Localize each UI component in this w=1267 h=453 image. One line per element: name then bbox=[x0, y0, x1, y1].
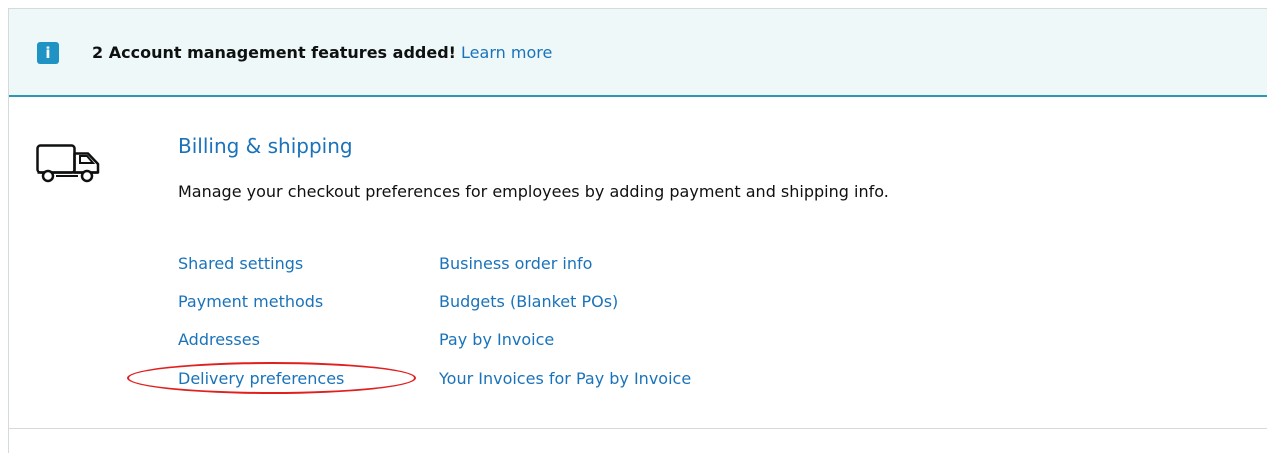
billing-shipping-description: Manage your checkout preferences for emp… bbox=[178, 182, 889, 201]
pay-by-invoice-link[interactable]: Pay by Invoice bbox=[439, 330, 554, 350]
shared-settings-link[interactable]: Shared settings bbox=[178, 254, 303, 274]
banner-count: 2 bbox=[92, 43, 104, 62]
addresses-link[interactable]: Addresses bbox=[178, 330, 260, 350]
section-divider bbox=[9, 428, 1267, 429]
info-icon: i bbox=[37, 42, 59, 64]
truck-icon bbox=[36, 144, 100, 183]
info-banner: i 2 Account management features added! L… bbox=[9, 9, 1267, 97]
banner-headline: Account management features added! bbox=[108, 43, 456, 62]
banner-message: 2 Account management features added! Lea… bbox=[92, 43, 552, 63]
business-order-info-link[interactable]: Business order info bbox=[439, 254, 592, 274]
learn-more-link[interactable]: Learn more bbox=[461, 43, 552, 62]
payment-methods-link[interactable]: Payment methods bbox=[178, 292, 323, 312]
billing-shipping-title-link[interactable]: Billing & shipping bbox=[178, 133, 353, 159]
red-highlight-ellipse bbox=[127, 362, 416, 394]
your-invoices-link[interactable]: Your Invoices for Pay by Invoice bbox=[439, 369, 691, 389]
budgets-blanket-pos-link[interactable]: Budgets (Blanket POs) bbox=[439, 292, 618, 312]
